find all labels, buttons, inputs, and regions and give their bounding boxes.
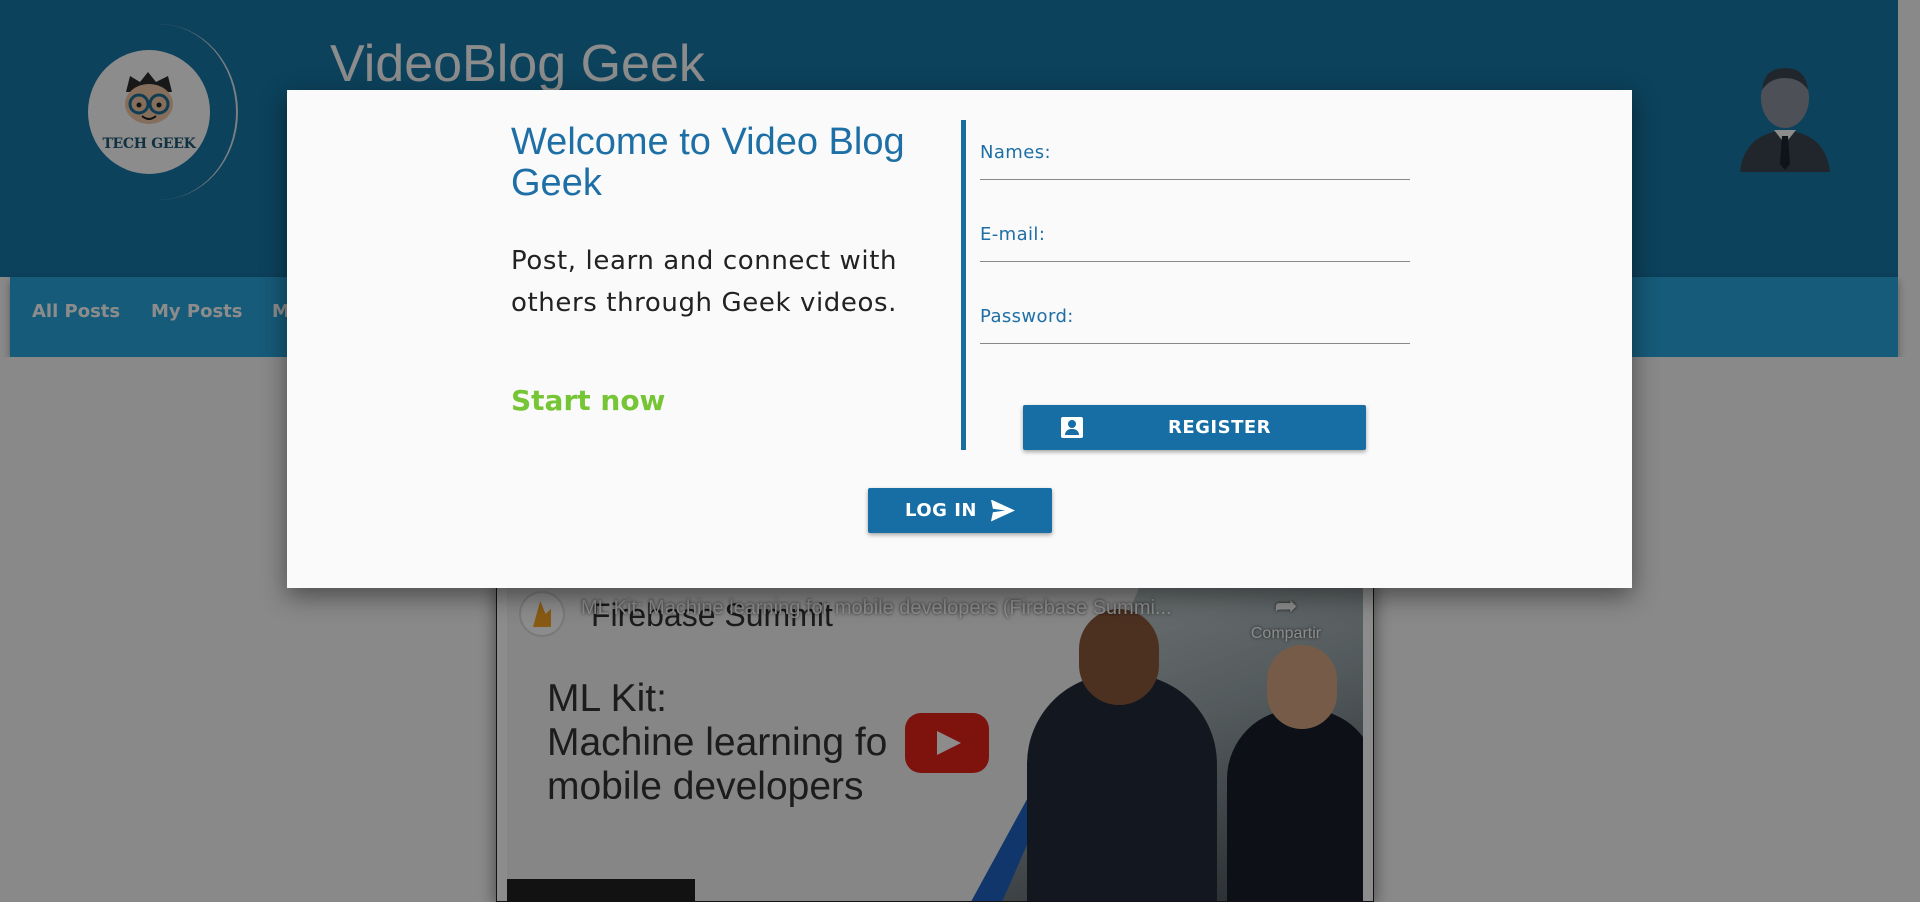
start-now-text: Start now <box>511 384 666 417</box>
send-icon <box>990 499 1015 522</box>
password-input[interactable] <box>980 292 1410 343</box>
email-field[interactable]: E-mail: <box>980 210 1410 262</box>
password-field[interactable]: Password: <box>980 292 1410 344</box>
welcome-dialog: Welcome to Video Blog Geek Post, learn a… <box>287 90 1632 588</box>
welcome-subtitle: Post, learn and connect with others thro… <box>511 246 898 318</box>
email-input[interactable] <box>980 210 1410 261</box>
login-label: LOG IN <box>905 500 977 521</box>
names-field[interactable]: Names: <box>980 128 1410 180</box>
form-divider <box>961 120 966 450</box>
register-label: REGISTER <box>1167 417 1272 438</box>
welcome-title: Welcome to Video Blog Geek <box>511 121 905 204</box>
names-input[interactable] <box>980 128 1410 179</box>
login-button[interactable]: LOG IN <box>868 488 1052 533</box>
register-button[interactable]: REGISTER <box>1023 405 1366 450</box>
